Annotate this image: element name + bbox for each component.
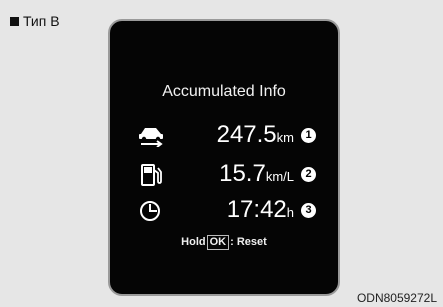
cluster-display: Accumulated Info 247.5km 1 15.7km/L 2 17… bbox=[108, 19, 340, 296]
drive-time-row: 17:42h 3 bbox=[110, 196, 338, 224]
badge-2: 2 bbox=[301, 167, 316, 182]
page: Тип B Accumulated Info 247.5km 1 15.7km/… bbox=[0, 0, 443, 307]
reset-hint: Hold OK: Reset bbox=[110, 235, 338, 250]
fuel-economy-number: 15.7 bbox=[219, 160, 266, 187]
badge-3: 3 bbox=[301, 203, 316, 218]
distance-number: 247.5 bbox=[216, 121, 277, 148]
hint-suffix: : Reset bbox=[230, 236, 267, 248]
type-label-text: Тип B bbox=[23, 13, 60, 29]
badge-1: 1 bbox=[301, 128, 316, 143]
fuel-economy-unit: km/L bbox=[265, 169, 294, 184]
hint-prefix: Hold bbox=[181, 236, 206, 248]
distance-value: 247.5km bbox=[217, 121, 294, 149]
drive-time-value: 17:42h bbox=[227, 196, 294, 224]
distance-row: 247.5km 1 bbox=[110, 121, 338, 149]
drive-time-unit: h bbox=[286, 205, 294, 220]
fuel-economy-row: 15.7km/L 2 bbox=[110, 160, 338, 188]
square-bullet-icon bbox=[10, 16, 19, 26]
ok-key-label: OK bbox=[206, 235, 230, 250]
screen-title: Accumulated Info bbox=[162, 83, 286, 100]
figure-code: ODN8059272L bbox=[356, 291, 437, 305]
car-distance-icon bbox=[139, 128, 163, 147]
drive-time-number: 17:42 bbox=[226, 196, 287, 223]
clock-icon bbox=[140, 201, 160, 221]
distance-unit: km bbox=[276, 130, 294, 145]
fuel-economy-value: 15.7km/L bbox=[219, 160, 294, 188]
type-label: Тип B bbox=[10, 13, 60, 29]
fuel-pump-icon bbox=[141, 164, 162, 186]
